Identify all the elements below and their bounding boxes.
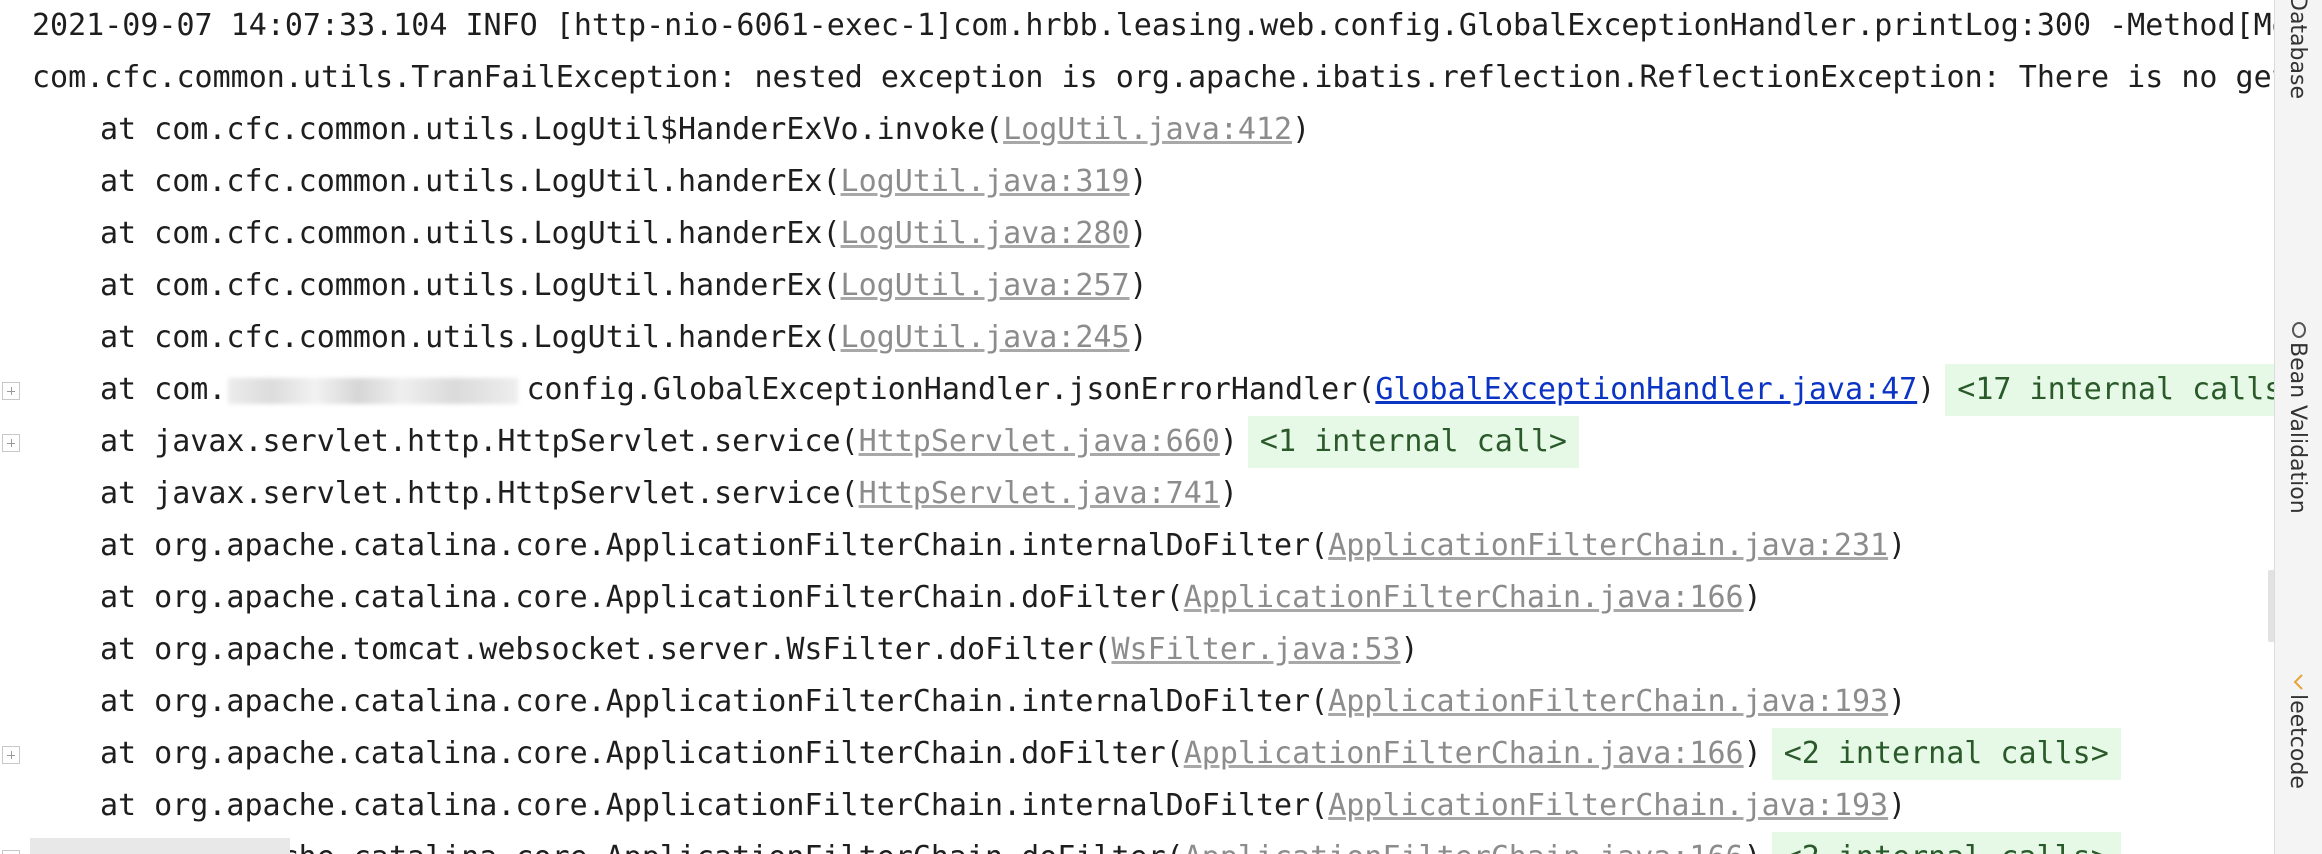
stack-frame-close: ) [1917, 372, 1936, 407]
stack-frame-method: at com.cfc.common.utils.LogUtil.handerEx… [100, 216, 841, 251]
source-link[interactable]: WsFilter.java:53 [1111, 632, 1400, 667]
stack-frame-line: at com.cfc.common.utils.LogUtil.handerEx… [0, 208, 1148, 260]
internal-calls-fold[interactable]: <2 internal calls> [1771, 728, 2121, 780]
stack-frame-close: ) [1400, 632, 1419, 667]
stack-frame-line: at org.apache.catalina.core.ApplicationF… [0, 520, 1906, 572]
internal-calls-fold[interactable]: <17 internal calls> [1945, 364, 2274, 416]
stack-frame-line: at org.apache.catalina.core.ApplicationF… [0, 572, 1762, 624]
stack-frame-close: ) [1888, 684, 1907, 719]
stack-frame-method: at com.cfc.common.utils.LogUtil.handerEx… [100, 268, 841, 303]
stack-frame-line: at com.cfc.common.utils.LogUtil.handerEx… [0, 260, 1148, 312]
stack-frame-close: ) [1743, 580, 1762, 615]
stack-frame-method: at com.cfc.common.utils.LogUtil.handerEx… [100, 320, 841, 355]
source-link[interactable]: ApplicationFilterChain.java:193 [1328, 788, 1888, 823]
stack-frame-line: at org.apache.catalina.core.ApplicationF… [0, 728, 2121, 780]
stack-frame-method: at org.apache.catalina.core.ApplicationF… [100, 580, 1184, 615]
stack-frame-line: at com.cfc.common.utils.LogUtil.handerEx… [0, 156, 1148, 208]
stack-frame-close: ) [1292, 112, 1311, 147]
tool-tab-label: Database [2285, 0, 2310, 99]
right-tool-window-bar: Database Bean Validation leetcode [2274, 0, 2322, 854]
expand-fold-icon[interactable] [2, 746, 20, 764]
stack-frame-close: ) [1888, 528, 1907, 563]
source-link[interactable]: LogUtil.java:280 [841, 216, 1130, 251]
stack-frame-close: ) [1129, 216, 1148, 251]
stack-frame-method: at org.apache.catalina.core.ApplicationF… [100, 528, 1329, 563]
source-link[interactable]: LogUtil.java:257 [841, 268, 1130, 303]
stack-frame-close: ) [1743, 736, 1762, 771]
stack-frame-close: ) [1219, 424, 1238, 459]
log-line-timestamp: 2021-09-07 14:07:33.104 INFO [http-nio-6… [0, 0, 2274, 52]
stack-frame-line: at com. config.GlobalExceptionHandler.jso… [0, 364, 2274, 416]
tool-tab-label: leetcode [2285, 694, 2310, 789]
source-link[interactable]: ApplicationFilterChain.java:166 [1184, 840, 1744, 854]
source-link[interactable]: HttpServlet.java:741 [859, 476, 1220, 511]
redacted-package-blur [228, 377, 519, 404]
stack-frame-line: at org.apache.tomcat.websocket.server.Ws… [0, 624, 1419, 676]
source-link[interactable]: ApplicationFilterChain.java:193 [1328, 684, 1888, 719]
stack-frame-method: at org.apache.catalina.core.ApplicationF… [100, 788, 1329, 823]
log-line-text: 2021-09-07 14:07:33.104 INFO [http-nio-6… [32, 8, 2274, 43]
horizontal-scrollbar[interactable] [30, 838, 290, 854]
bean-validation-icon [2292, 322, 2306, 338]
stack-frame-method: at com.cfc.common.utils.LogUtil.handerEx… [100, 164, 841, 199]
stack-frame-close: ) [1744, 840, 1762, 854]
expand-fold-icon[interactable] [2, 850, 20, 854]
stack-frame-method: at org.apache.tomcat.websocket.server.Ws… [100, 632, 1112, 667]
source-link[interactable]: LogUtil.java:412 [1003, 112, 1292, 147]
stack-frame-close: ) [1129, 320, 1148, 355]
stack-frame-close: ) [1888, 788, 1907, 823]
stack-frame-method: at org.apache.catalina.core.ApplicationF… [100, 684, 1329, 719]
leetcode-icon [2293, 674, 2303, 690]
stack-frame-method: at com.cfc.common.utils.LogUtil$HanderEx… [100, 112, 1004, 147]
stack-frame-close: ) [1129, 164, 1148, 199]
exception-message-line: com.cfc.common.utils.TranFailException: … [0, 52, 2274, 104]
stack-frame-method: at javax.servlet.http.HttpServlet.servic… [100, 476, 859, 511]
source-link[interactable]: ApplicationFilterChain.java:166 [1184, 580, 1744, 615]
source-link[interactable]: GlobalExceptionHandler.java:47 [1375, 372, 1917, 407]
stack-frame-line: at javax.servlet.http.HttpServlet.servic… [0, 416, 1579, 468]
exception-message-text: com.cfc.common.utils.TranFailException: … [32, 60, 2274, 95]
stack-frame-line: at org.apache.catalina.core.ApplicationF… [0, 780, 1906, 832]
stack-frame-method: at javax.servlet.http.HttpServlet.servic… [100, 424, 859, 459]
stack-frame-method: at com. [100, 372, 227, 407]
stack-frame-method: config.GlobalExceptionHandler.jsonErrorH… [526, 372, 1376, 407]
stack-frame-method: at org.apache.catalina.core.ApplicationF… [100, 736, 1184, 771]
source-link[interactable]: ApplicationFilterChain.java:166 [1184, 736, 1744, 771]
internal-calls-fold[interactable]: <1 internal call> [1247, 416, 1579, 468]
stack-frame-line: at org.apache.catalina.core.ApplicationF… [0, 676, 1906, 728]
stack-frame-close: ) [1129, 268, 1148, 303]
source-link[interactable]: ApplicationFilterChain.java:231 [1328, 528, 1888, 563]
tool-tab-leetcode[interactable]: leetcode [2275, 668, 2322, 854]
stack-frame-line: at com.cfc.common.utils.LogUtil.handerEx… [0, 312, 1148, 364]
stack-frame-line: at javax.servlet.http.HttpServlet.servic… [0, 468, 1238, 520]
stack-frame-line: at com.cfc.common.utils.LogUtil$HanderEx… [0, 104, 1310, 156]
tool-tab-database[interactable]: Database [2275, 0, 2322, 300]
expand-fold-icon[interactable] [2, 382, 20, 400]
source-link[interactable]: HttpServlet.java:660 [859, 424, 1220, 459]
stack-frame-close: ) [1219, 476, 1238, 511]
source-link[interactable]: LogUtil.java:319 [841, 164, 1130, 199]
expand-fold-icon[interactable] [2, 434, 20, 452]
tool-tab-label: Bean Validation [2285, 342, 2310, 514]
run-console-output: 2021-09-07 14:07:33.104 INFO [http-nio-6… [0, 0, 2274, 854]
internal-calls-fold[interactable]: <2 internal calls> [1771, 832, 2121, 854]
tool-tab-bean-validation[interactable]: Bean Validation [2275, 316, 2322, 616]
source-link[interactable]: LogUtil.java:245 [841, 320, 1130, 355]
